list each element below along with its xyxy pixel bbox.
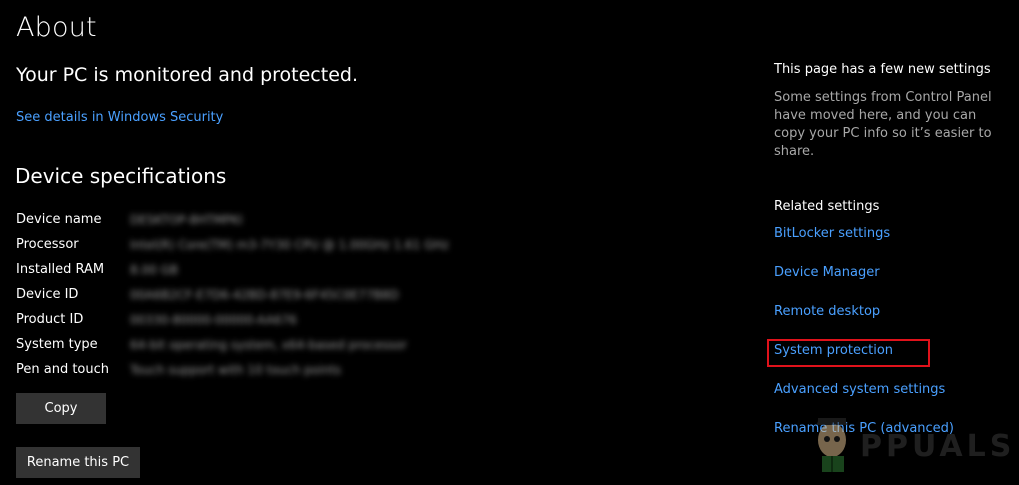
copy-button[interactable]: Copy (16, 393, 106, 424)
device-specifications-list: Device name DESKTOP-8HTMPKI Processor In… (16, 207, 716, 382)
system-protection-highlight (767, 339, 930, 367)
protection-status: Your PC is monitored and protected. (16, 64, 358, 86)
spec-value: Touch support with 10 touch points (130, 362, 342, 377)
spec-value: 00330-80000-00000-AA676 (130, 312, 297, 327)
bitlocker-settings-link[interactable]: BitLocker settings (774, 226, 890, 241)
spec-row-product-id: Product ID 00330-80000-00000-AA676 (16, 307, 716, 332)
remote-desktop-link[interactable]: Remote desktop (774, 304, 880, 319)
spec-label: Product ID (16, 312, 84, 327)
spec-value: 64-bit operating system, x64-based proce… (130, 337, 407, 352)
spec-value: 8.00 GB (130, 262, 179, 277)
rename-pc-button[interactable]: Rename this PC (16, 447, 140, 478)
new-settings-description: Some settings from Control Panel have mo… (774, 90, 992, 159)
spec-row-device-name: Device name DESKTOP-8HTMPKI (16, 207, 716, 232)
spec-value: 00A6B2CF-E7D6-42BD-87E9-6F45C0E77B8D (130, 287, 399, 302)
spec-label: Pen and touch (16, 362, 110, 377)
spec-label: Device name (16, 212, 102, 227)
spec-label: System type (16, 337, 98, 352)
spec-row-pen-and-touch: Pen and touch Touch support with 10 touc… (16, 357, 716, 382)
appuals-logo-icon: PPUALS (816, 418, 1011, 472)
spec-label: Device ID (16, 287, 79, 302)
device-manager-link[interactable]: Device Manager (774, 265, 880, 280)
spec-label: Installed RAM (16, 262, 105, 277)
spec-row-system-type: System type 64-bit operating system, x64… (16, 332, 716, 357)
windows-security-link[interactable]: See details in Windows Security (16, 110, 223, 125)
spec-value: DESKTOP-8HTMPKI (130, 212, 243, 227)
spec-label: Processor (16, 237, 79, 252)
spec-row-installed-ram: Installed RAM 8.00 GB (16, 257, 716, 282)
spec-row-processor: Processor Intel(R) Core(TM) m3-7Y30 CPU … (16, 232, 716, 257)
advanced-system-settings-link[interactable]: Advanced system settings (774, 382, 945, 397)
page-title: About (16, 12, 97, 43)
related-settings-title: Related settings (774, 199, 880, 214)
rename-pc-advanced-link[interactable]: Rename this PC (advanced) (774, 421, 954, 436)
spec-row-device-id: Device ID 00A6B2CF-E7D6-42BD-87E9-6F45C0… (16, 282, 716, 307)
new-settings-title: This page has a few new settings (774, 62, 991, 77)
spec-value: Intel(R) Core(TM) m3-7Y30 CPU @ 1.00GHz … (130, 237, 449, 252)
device-specifications-title: Device specifications (15, 164, 227, 188)
